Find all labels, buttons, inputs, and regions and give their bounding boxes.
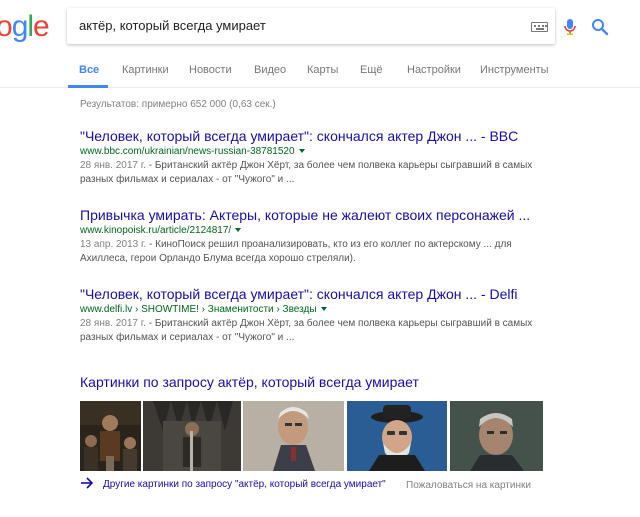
search-input[interactable]: актёр, который всегда умирает (67, 8, 609, 44)
result-snippet: 28 янв. 2017 г. - Британский актёр Джон … (80, 159, 560, 173)
result-url-text: www.delfi.lv › SHOWTIME! › Знаменитости … (80, 304, 317, 315)
logo-letter: e (33, 10, 50, 43)
search-tabs: Все Картинки Новости Видео Карты Ещё Нас… (0, 60, 640, 88)
tab-video[interactable]: Видео (254, 64, 286, 76)
result-title-link[interactable]: "Человек, который всегда умирает": сконч… (80, 127, 560, 145)
tab-news[interactable]: Новости (189, 64, 232, 76)
tab-tools[interactable]: Инструменты (480, 64, 549, 76)
search-result: "Человек, который всегда умирает": сконч… (80, 127, 560, 187)
report-images-link[interactable]: Пожаловаться на картинки (406, 480, 531, 491)
logo-letter: g (11, 10, 29, 43)
result-url: www.kinopoisk.ru/article/2124817/ (80, 224, 560, 238)
microphone-icon[interactable] (562, 18, 578, 36)
tab-settings[interactable]: Настройки (407, 64, 461, 76)
arrow-right-icon[interactable] (80, 476, 94, 490)
tab-more[interactable]: Ещё (360, 64, 383, 76)
image-results-heading[interactable]: Картинки по запросу актёр, который всегд… (80, 374, 419, 390)
result-date: 28 янв. 2017 г. (80, 318, 146, 329)
result-url-text: www.bbc.com/ukrainian/news-russian-38781… (80, 146, 295, 157)
tab-all[interactable]: Все (79, 64, 99, 76)
image-thumbnail[interactable] (243, 401, 344, 471)
dropdown-caret-icon[interactable] (298, 149, 305, 154)
result-url: www.bbc.com/ukrainian/news-russian-38781… (80, 145, 560, 159)
result-title-link[interactable]: Привычка умирать: Актеры, которые не жал… (80, 206, 560, 224)
tab-maps[interactable]: Карты (307, 64, 338, 76)
image-thumbnail[interactable] (143, 401, 241, 471)
result-snippet-line: Ахиллеса, герои Орландо Блума всегда хор… (80, 253, 356, 264)
snippet-text: - Британский актёр Джон Хёрт, за более ч… (145, 318, 533, 329)
snippet-text: - КиноПоиск решил проанализировать, кто … (146, 239, 512, 250)
search-icon[interactable] (591, 18, 609, 36)
result-snippet: 28 янв. 2017 г. - Британский актёр Джон … (80, 317, 560, 331)
dropdown-caret-icon[interactable] (320, 307, 327, 312)
dropdown-caret-icon[interactable] (235, 228, 242, 233)
logo-letter: o (0, 10, 13, 43)
image-thumbnail[interactable] (347, 401, 447, 471)
result-title-link[interactable]: "Человек, который всегда умирает": сконч… (80, 285, 560, 303)
result-snippet: 13 апр. 2013 г. - КиноПоиск решил проана… (80, 238, 560, 252)
image-thumbnail[interactable] (80, 401, 141, 471)
active-tab-indicator (68, 85, 108, 88)
image-thumbnail[interactable] (450, 401, 543, 471)
result-stats: Результатов: примерно 652 000 (0,63 сек.… (80, 99, 276, 110)
result-url-text: www.kinopoisk.ru/article/2124817/ (80, 225, 232, 236)
result-snippet-line: разных фильмах и сериалах - от "Чужого" … (80, 332, 295, 343)
more-images-link[interactable]: Другие картинки по запросу "актёр, котор… (103, 479, 386, 490)
tab-images[interactable]: Картинки (122, 64, 169, 76)
result-url: www.delfi.lv › SHOWTIME! › Знаменитости … (80, 303, 560, 317)
search-result: Привычка умирать: Актеры, которые не жал… (80, 206, 560, 266)
search-header: ogle актёр, который всегда умирает Все К… (0, 0, 640, 88)
result-date: 13 апр. 2013 г. (80, 239, 147, 250)
result-snippet-line: разных фильмах и сериалах - от "Чужого" … (80, 174, 295, 185)
keyboard-icon[interactable] (531, 22, 548, 32)
search-result: "Человек, который всегда умирает": сконч… (80, 285, 560, 345)
result-date: 28 янв. 2017 г. (80, 160, 146, 171)
search-query-text[interactable]: актёр, который всегда умирает (79, 18, 266, 33)
google-logo[interactable]: ogle (0, 10, 50, 44)
snippet-text: - Британский актёр Джон Хёрт, за более ч… (145, 160, 533, 171)
